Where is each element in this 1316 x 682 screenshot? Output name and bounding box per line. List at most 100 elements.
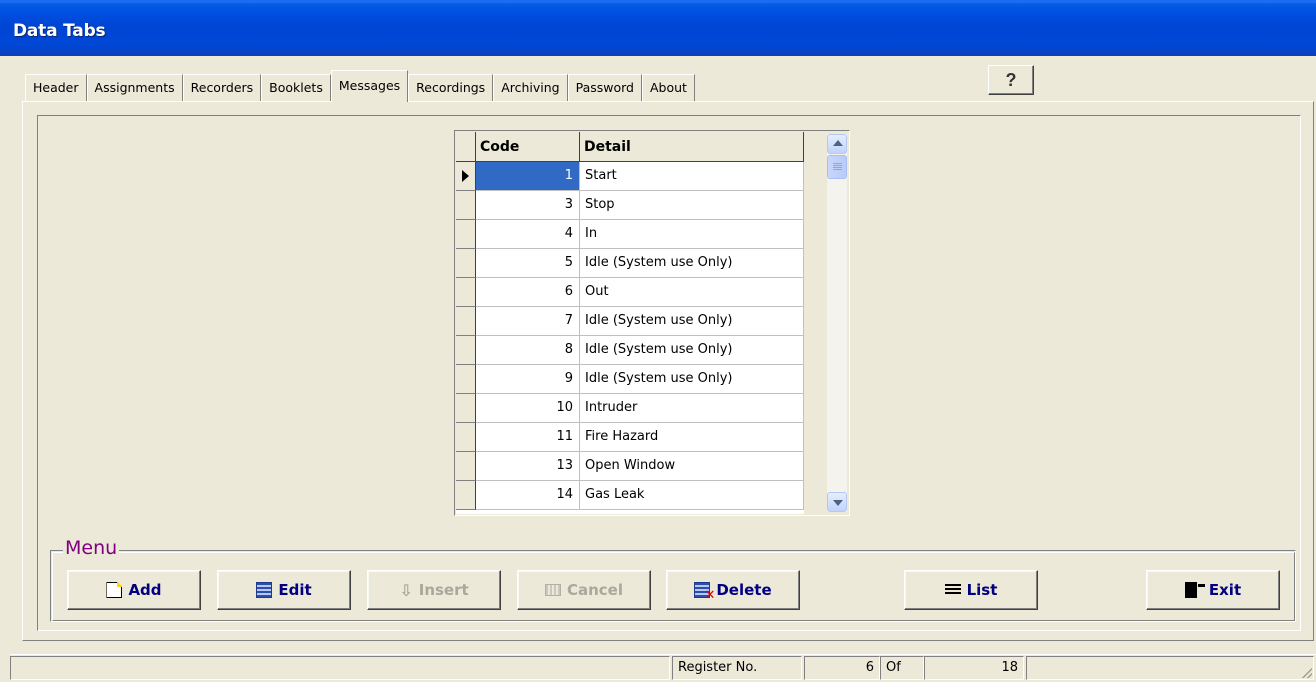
table-row[interactable]: 14 Gas Leak [456, 481, 804, 510]
add-button-label: Add [128, 581, 162, 599]
cell-code[interactable]: 8 [476, 336, 580, 365]
title-bar[interactable]: Data Tabs [0, 0, 1316, 56]
row-indicator [456, 423, 476, 452]
table-row[interactable]: 9 Idle (System use Only) [456, 365, 804, 394]
tab-strip: Header Assignments Recorders Booklets Me… [25, 70, 695, 102]
resize-grip-icon[interactable] [1302, 668, 1312, 678]
tab-messages[interactable]: Messages [330, 70, 409, 102]
delete-button[interactable]: Delete [666, 570, 800, 610]
cell-detail[interactable]: Out [580, 278, 804, 307]
main-window: Data Tabs Header Assignments Recorders B… [0, 0, 1316, 682]
table-row[interactable]: 6 Out [456, 278, 804, 307]
cell-code[interactable]: 14 [476, 481, 580, 510]
table-row[interactable]: 10 Intruder [456, 394, 804, 423]
table-row[interactable]: 8 Idle (System use Only) [456, 336, 804, 365]
insert-button[interactable]: ⇩ Insert [367, 570, 501, 610]
edit-icon [256, 582, 273, 598]
column-header-code[interactable]: Code [476, 132, 580, 162]
delete-button-label: Delete [716, 581, 772, 599]
window-title: Data Tabs [13, 21, 106, 41]
add-button[interactable]: Add [67, 570, 201, 610]
cell-code[interactable]: 10 [476, 394, 580, 423]
cell-detail[interactable]: Start [580, 162, 804, 191]
cell-code[interactable]: 3 [476, 191, 580, 220]
tab-about[interactable]: About [642, 74, 695, 102]
chevron-up-icon [833, 140, 843, 146]
cell-detail[interactable]: Stop [580, 191, 804, 220]
row-indicator [456, 365, 476, 394]
tab-header[interactable]: Header [25, 74, 87, 102]
column-header-detail[interactable]: Detail [580, 132, 804, 162]
cell-detail[interactable]: Idle (System use Only) [580, 307, 804, 336]
row-indicator [456, 336, 476, 365]
scroll-up-button[interactable] [827, 134, 847, 154]
cell-code[interactable]: 9 [476, 365, 580, 394]
list-button-label: List [966, 581, 998, 599]
table-row[interactable]: 7 Idle (System use Only) [456, 307, 804, 336]
table-row[interactable]: 11 Fire Hazard [456, 423, 804, 452]
cell-code[interactable]: 11 [476, 423, 580, 452]
cell-code[interactable]: 6 [476, 278, 580, 307]
question-icon: ? [1005, 70, 1017, 90]
row-indicator-header [456, 132, 476, 162]
grid-rows: 1 Start 3 Stop 4 In 5 Idle (System use Only)… [456, 162, 804, 510]
list-button[interactable]: List [904, 570, 1038, 610]
insert-button-label: Insert [418, 581, 469, 599]
row-indicator [456, 452, 476, 481]
chevron-down-icon [833, 500, 843, 506]
table-row[interactable]: 3 Stop [456, 191, 804, 220]
current-row-indicator [456, 162, 476, 191]
table-row[interactable]: 1 Start [456, 162, 804, 191]
list-icon [944, 584, 961, 596]
exit-button-label: Exit [1208, 581, 1242, 599]
help-button[interactable]: ? [988, 65, 1034, 95]
tab-password[interactable]: Password [567, 74, 642, 102]
cell-code[interactable]: 13 [476, 452, 580, 481]
cell-detail[interactable]: Open Window [580, 452, 804, 481]
row-indicator [456, 394, 476, 423]
new-document-icon [106, 582, 123, 598]
tab-recordings[interactable]: Recordings [408, 74, 494, 102]
cell-code[interactable]: 1 [476, 162, 580, 191]
table-row[interactable]: 4 In [456, 220, 804, 249]
scroll-thumb[interactable] [827, 155, 847, 179]
menu-legend: Menu [63, 537, 120, 559]
row-indicator [456, 191, 476, 220]
cell-detail[interactable]: Idle (System use Only) [580, 249, 804, 278]
exit-door-icon [1184, 582, 1205, 598]
grid-vertical-scrollbar[interactable] [827, 134, 847, 512]
arrow-down-icon: ⇩ [399, 580, 413, 600]
tab-assignments[interactable]: Assignments [86, 74, 183, 102]
table-row[interactable]: 13 Open Window [456, 452, 804, 481]
cancel-button[interactable]: Cancel [517, 570, 651, 610]
cancel-icon [544, 584, 561, 596]
cell-code[interactable]: 5 [476, 249, 580, 278]
row-indicator [456, 220, 476, 249]
cell-detail[interactable]: Idle (System use Only) [580, 365, 804, 394]
cell-detail[interactable]: Gas Leak [580, 481, 804, 510]
delete-icon [694, 582, 715, 603]
cell-code[interactable]: 4 [476, 220, 580, 249]
row-indicator [456, 278, 476, 307]
row-indicator [456, 481, 476, 510]
status-of-label: Of [880, 656, 924, 680]
cell-code[interactable]: 7 [476, 307, 580, 336]
scroll-down-button[interactable] [827, 492, 847, 512]
table-row[interactable]: 5 Idle (System use Only) [456, 249, 804, 278]
tab-booklets[interactable]: Booklets [261, 74, 331, 102]
cancel-button-label: Cancel [566, 581, 623, 599]
messages-grid[interactable]: Code Detail 1 Start 3 Stop 4 In 5 Idle (Syst… [454, 130, 850, 516]
cell-detail[interactable]: Idle (System use Only) [580, 336, 804, 365]
status-register-label: Register No. [672, 656, 802, 680]
tab-recorders[interactable]: Recorders [182, 74, 262, 102]
edit-button[interactable]: Edit [217, 570, 351, 610]
edit-button-label: Edit [278, 581, 312, 599]
cell-detail[interactable]: In [580, 220, 804, 249]
cell-detail[interactable]: Fire Hazard [580, 423, 804, 452]
tab-archiving[interactable]: Archiving [493, 74, 568, 102]
exit-button[interactable]: Exit [1146, 570, 1280, 610]
status-total-records: 18 [924, 656, 1024, 680]
cell-detail[interactable]: Intruder [580, 394, 804, 423]
row-indicator [456, 307, 476, 336]
status-current-record: 6 [804, 656, 880, 680]
